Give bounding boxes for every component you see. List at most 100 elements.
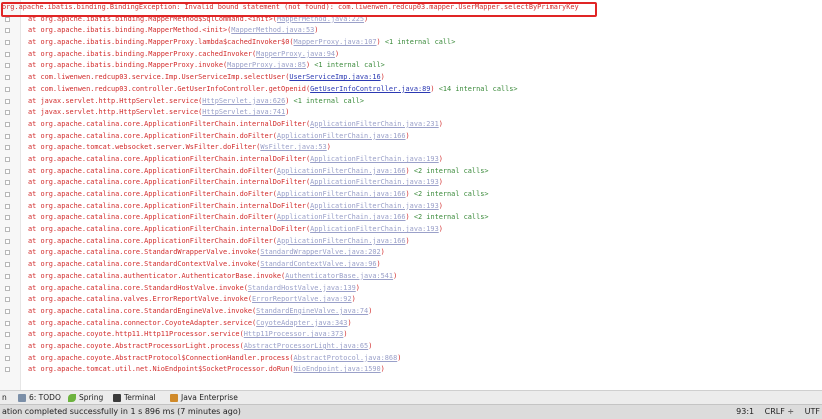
fold-marker-icon[interactable]	[5, 133, 10, 139]
stack-frame-line: at org.apache.catalina.core.ApplicationF…	[0, 154, 822, 166]
fold-marker-icon[interactable]	[5, 320, 10, 326]
stack-frame-line: at org.apache.catalina.authenticator.Aut…	[0, 271, 822, 283]
source-link[interactable]: ApplicationFilterChain.java:166	[277, 190, 406, 198]
source-link[interactable]: ApplicationFilterChain.java:193	[310, 178, 439, 186]
source-link[interactable]: MapperProxy.java:107	[294, 38, 377, 46]
fold-marker-icon[interactable]	[5, 262, 10, 268]
fold-marker-icon[interactable]	[5, 98, 10, 104]
stack-frame-line: at org.apache.catalina.core.ApplicationF…	[0, 166, 822, 178]
stack-frame-text: at org.apache.catalina.core.ApplicationF…	[28, 131, 410, 143]
frame-method: at org.apache.catalina.core.ApplicationF…	[28, 131, 277, 140]
fold-marker-icon[interactable]	[5, 343, 10, 349]
terminal-tab[interactable]: Terminal	[113, 391, 156, 404]
source-link[interactable]: ApplicationFilterChain.java:166	[277, 167, 406, 175]
source-link[interactable]: CoyoteAdapter.java:343	[256, 319, 347, 327]
frame-method: at org.apache.ibatis.binding.MapperMetho…	[28, 26, 232, 35]
run-console[interactable]: org.apache.ibatis.binding.BindingExcepti…	[0, 0, 822, 390]
frame-close: )	[405, 236, 410, 245]
internal-calls-fold[interactable]: <2 internal calls>	[414, 190, 489, 198]
stack-frame-line: at org.apache.ibatis.binding.MapperProxy…	[0, 37, 822, 49]
source-link[interactable]: AbstractProcessorLight.java:65	[244, 342, 368, 350]
internal-calls-fold[interactable]: <2 internal calls>	[414, 167, 489, 175]
internal-calls-fold[interactable]: <1 internal call>	[385, 38, 456, 46]
source-link[interactable]: StandardWrapperValve.java:202	[260, 248, 380, 256]
status-message[interactable]: ation completed successfully in 1 s 896 …	[2, 405, 241, 419]
fold-marker-icon[interactable]	[5, 332, 10, 338]
source-link[interactable]: MapperMethod.java:53	[231, 26, 314, 34]
fold-marker-icon[interactable]	[5, 203, 10, 209]
fold-marker-icon[interactable]	[5, 180, 10, 186]
fold-marker-icon[interactable]	[5, 238, 10, 244]
fold-marker-icon[interactable]	[5, 110, 10, 116]
stack-frame-line: at org.apache.catalina.connector.CoyoteA…	[0, 318, 822, 330]
fold-marker-icon[interactable]	[5, 75, 10, 81]
stack-frame-line: at org.apache.catalina.core.ApplicationF…	[0, 189, 822, 201]
source-link[interactable]: StandardContextValve.java:96	[260, 260, 376, 268]
fold-marker-icon[interactable]	[5, 63, 10, 69]
fold-marker-icon[interactable]	[5, 215, 10, 221]
internal-calls-fold[interactable]: <1 internal call>	[314, 61, 385, 69]
stack-frame-line: at org.apache.catalina.valves.ErrorRepor…	[0, 294, 822, 306]
todo-tab[interactable]: 6: TODO	[18, 391, 61, 404]
source-link[interactable]: StandardEngineValve.java:74	[256, 307, 368, 315]
fold-marker-icon[interactable]	[5, 156, 10, 162]
fold-marker-icon[interactable]	[5, 16, 10, 22]
stack-frame-text: at org.apache.catalina.core.ApplicationF…	[28, 189, 489, 201]
tool-window-partial[interactable]: n	[2, 391, 7, 404]
source-link[interactable]: ApplicationFilterChain.java:166	[277, 213, 406, 221]
internal-calls-fold[interactable]: <2 internal calls>	[414, 213, 489, 221]
fold-marker-icon[interactable]	[5, 355, 10, 361]
fold-marker-icon[interactable]	[5, 227, 10, 233]
fold-marker-icon[interactable]	[5, 192, 10, 197]
source-link[interactable]: StandardHostValve.java:139	[248, 284, 356, 292]
source-link[interactable]: ApplicationFilterChain.java:166	[277, 132, 406, 140]
source-link[interactable]: ApplicationFilterChain.java:193	[310, 202, 439, 210]
stack-frame-text: at org.apache.tomcat.websocket.server.Ws…	[28, 142, 331, 154]
source-link[interactable]: ApplicationFilterChain.java:166	[277, 237, 406, 245]
source-link[interactable]: ApplicationFilterChain.java:193	[310, 225, 439, 233]
caret-position[interactable]: 93:1	[736, 407, 754, 416]
frame-method: at org.apache.catalina.core.StandardCont…	[28, 260, 261, 269]
spring-tab[interactable]: Spring	[68, 391, 103, 404]
source-link[interactable]: GetUserInfoController.java:89	[310, 85, 430, 93]
source-link[interactable]: NioEndpoint.java:1590	[294, 365, 381, 373]
fold-marker-icon[interactable]	[5, 308, 10, 314]
fold-marker-icon[interactable]	[5, 145, 10, 151]
internal-calls-fold[interactable]: <14 internal calls>	[439, 85, 518, 93]
source-link[interactable]: UserServiceImp.java:16	[289, 73, 380, 81]
fold-marker-icon[interactable]	[5, 40, 10, 46]
line-separator[interactable]: CRLF ÷	[765, 407, 794, 416]
stack-frame-line: at org.apache.coyote.http11.Http11Proces…	[0, 329, 822, 341]
frame-method: at org.apache.ibatis.binding.MapperProxy…	[28, 49, 257, 58]
frame-close: )	[314, 26, 319, 35]
source-link[interactable]: MapperMethod.java:225	[277, 15, 364, 23]
source-link[interactable]: HttpServlet.java:626	[202, 97, 285, 105]
source-link[interactable]: HttpServlet.java:741	[202, 108, 285, 116]
todo-icon	[18, 393, 26, 402]
source-link[interactable]: Http11Processor.java:373	[244, 330, 344, 338]
fold-marker-icon[interactable]	[5, 250, 10, 256]
frame-close: )	[405, 166, 410, 175]
fold-marker-icon[interactable]	[5, 51, 10, 57]
stack-frame-text: at org.apache.catalina.core.ApplicationF…	[28, 177, 443, 189]
fold-marker-icon[interactable]	[5, 367, 10, 373]
java-enterprise-tab[interactable]: Java Enterprise	[170, 391, 238, 404]
fold-marker-icon[interactable]	[5, 273, 10, 279]
source-link[interactable]: AuthenticatorBase.java:541	[285, 272, 393, 280]
file-encoding[interactable]: UTF	[805, 407, 820, 416]
fold-marker-icon[interactable]	[5, 86, 10, 92]
fold-marker-icon[interactable]	[5, 168, 10, 174]
source-link[interactable]: MapperProxy.java:85	[227, 61, 306, 69]
source-link[interactable]: ApplicationFilterChain.java:193	[310, 155, 439, 163]
fold-marker-icon[interactable]	[5, 28, 10, 34]
source-link[interactable]: ApplicationFilterChain.java:231	[310, 120, 439, 128]
fold-marker-icon[interactable]	[5, 121, 10, 127]
status-bar: ation completed successfully in 1 s 896 …	[0, 404, 822, 419]
internal-calls-fold[interactable]: <1 internal call>	[294, 97, 365, 105]
fold-marker-icon[interactable]	[5, 285, 10, 291]
source-link[interactable]: MapperProxy.java:94	[256, 50, 335, 58]
source-link[interactable]: ErrorReportValve.java:92	[252, 295, 352, 303]
source-link[interactable]: WsFilter.java:53	[260, 143, 326, 151]
source-link[interactable]: AbstractProtocol.java:868	[294, 354, 398, 362]
fold-marker-icon[interactable]	[5, 297, 10, 303]
